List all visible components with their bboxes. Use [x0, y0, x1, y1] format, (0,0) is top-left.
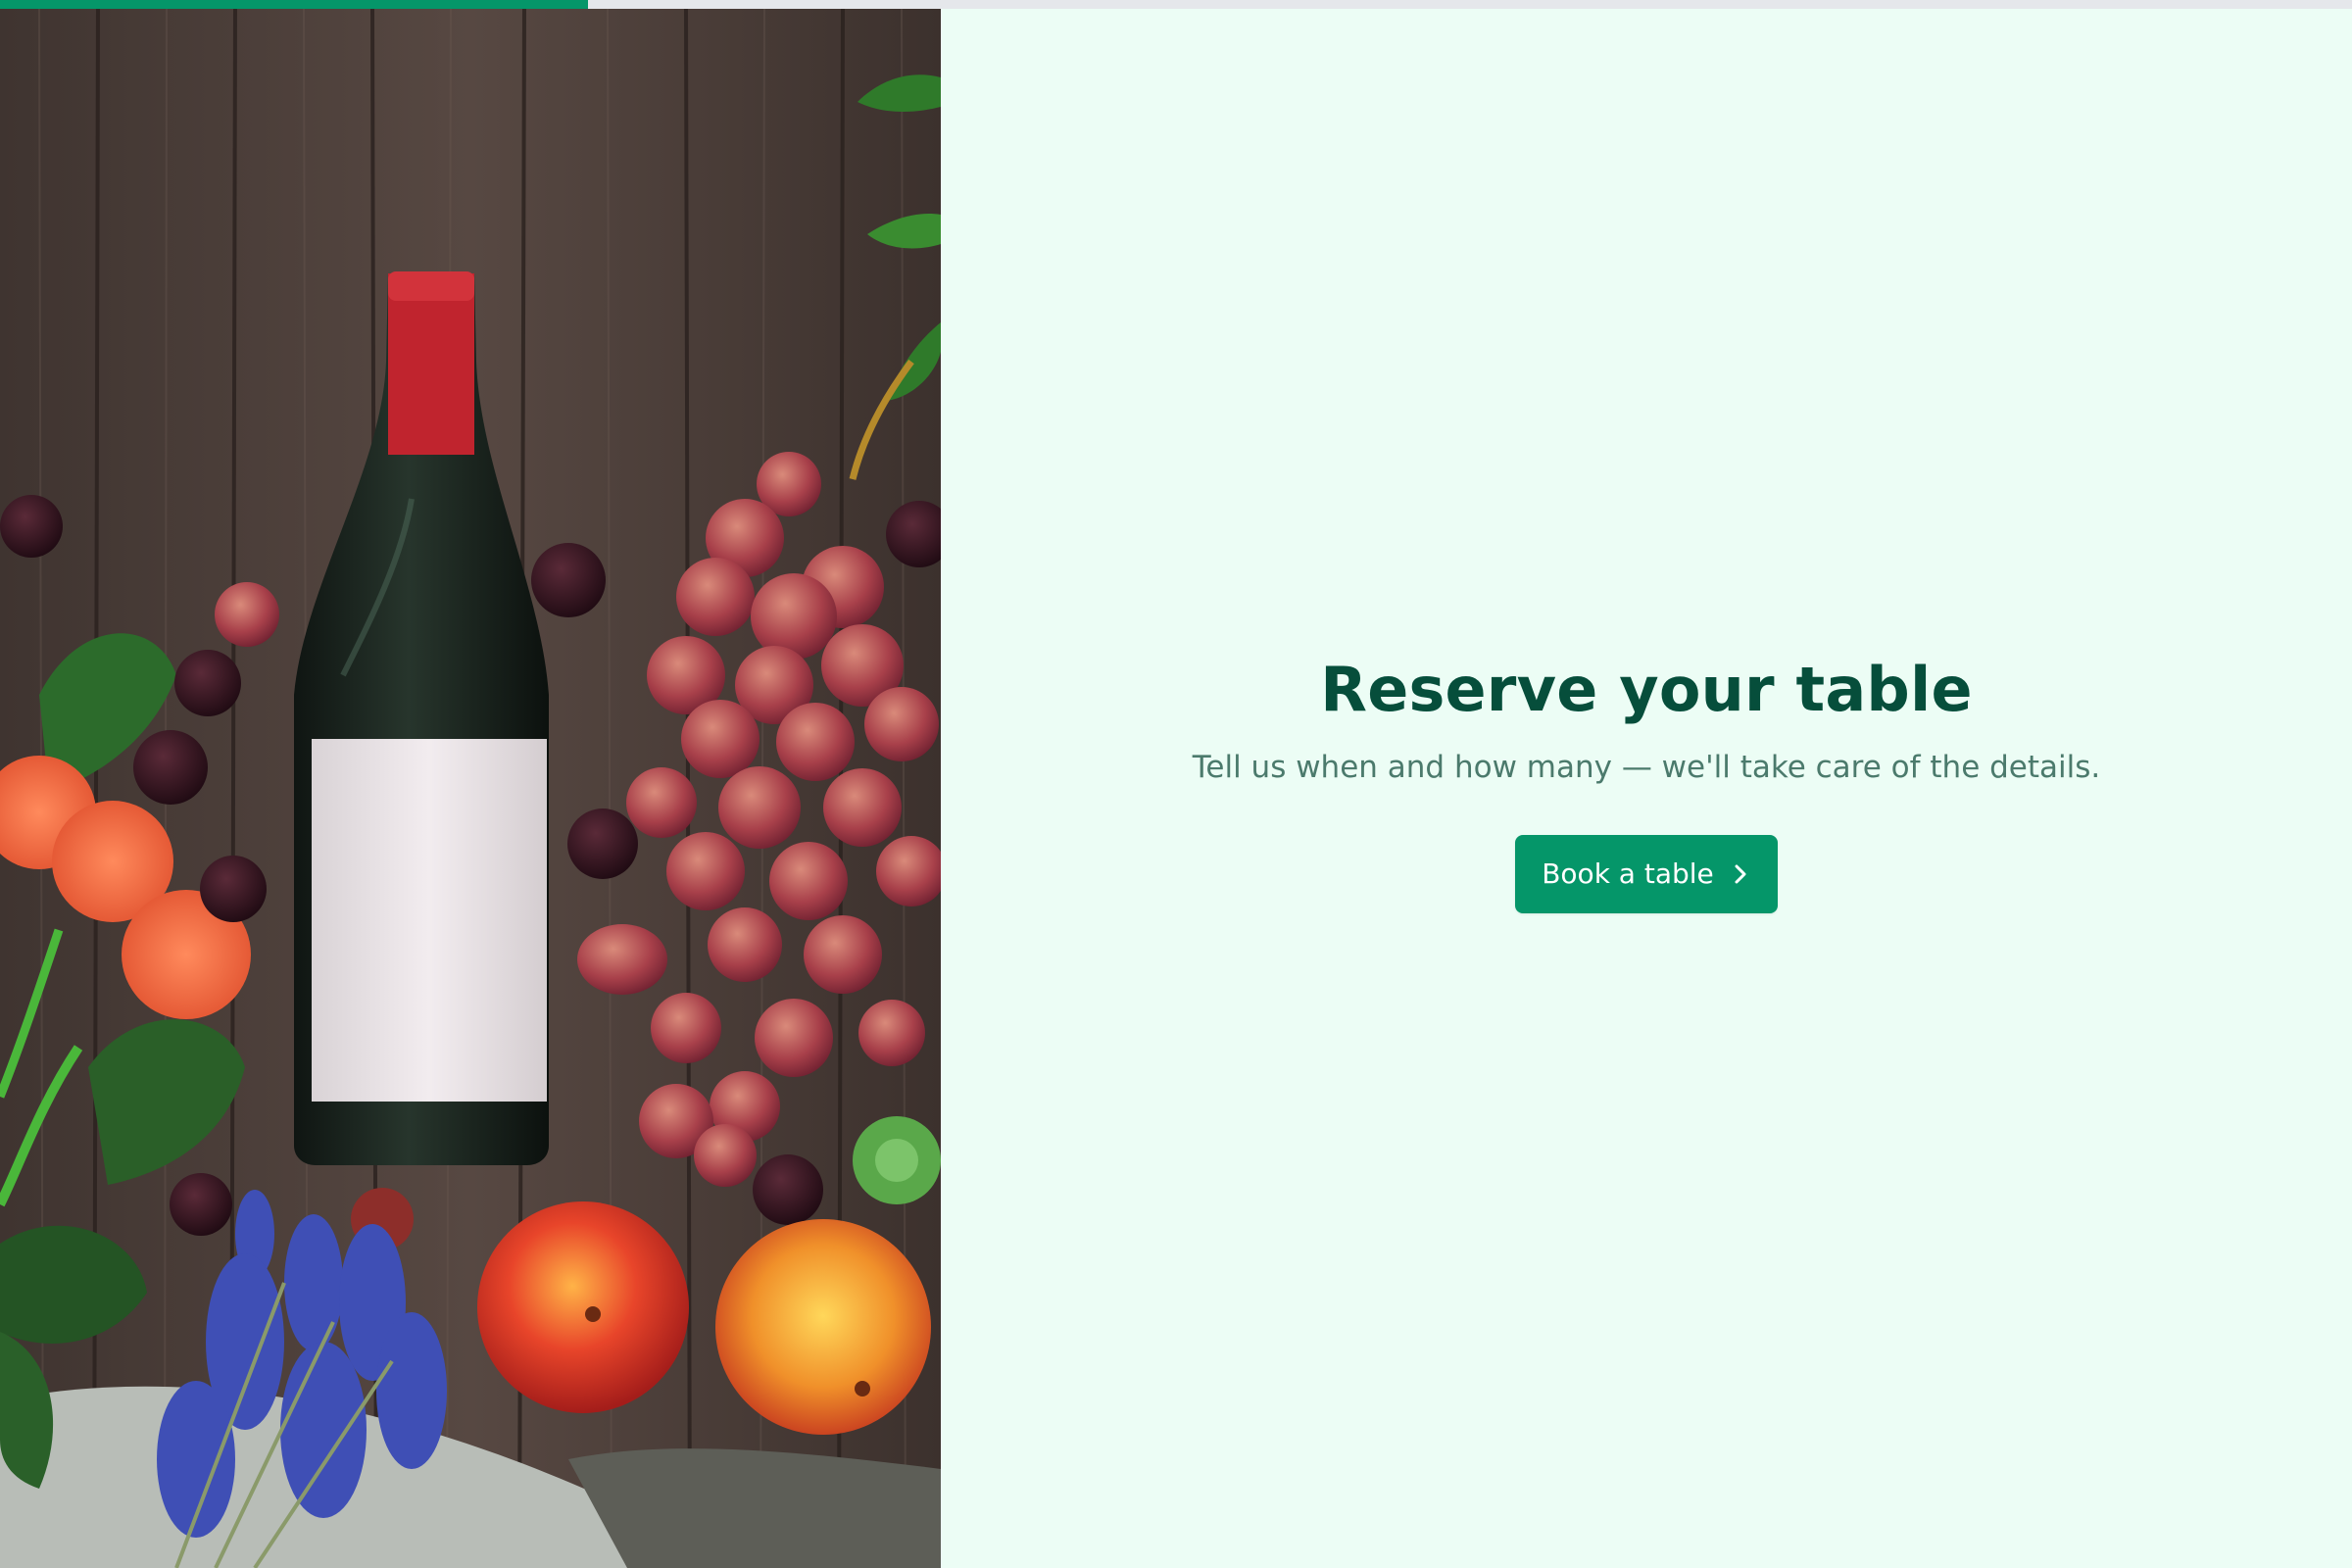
wine-bottle-photo — [0, 9, 941, 1568]
reservation-intro: Reserve your table Tell us when and how … — [941, 9, 2352, 1568]
book-table-button[interactable]: Book a table — [1515, 834, 1778, 913]
progress-bar-fill — [0, 0, 588, 9]
page-subtitle: Tell us when and how many — we'll take c… — [1192, 750, 2101, 786]
chevron-right-icon — [1730, 863, 1751, 885]
book-table-button-label: Book a table — [1542, 858, 1714, 891]
page-title: Reserve your table — [1320, 654, 1973, 725]
hero-image — [0, 9, 941, 1568]
progress-bar — [0, 0, 2352, 9]
